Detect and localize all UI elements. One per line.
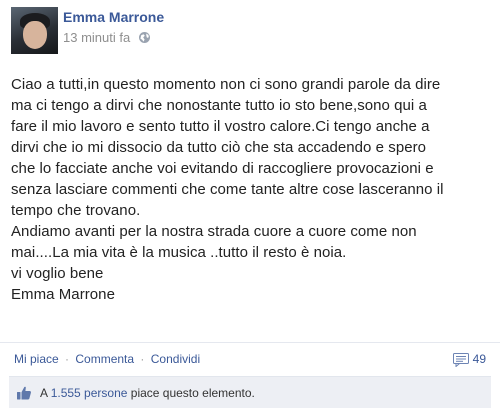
post-body-line: fare il mio lavoro e sento tutto il vost… [11, 118, 430, 135]
actions-divider [0, 342, 500, 343]
post-body: Ciao a tutti,in questo momento non ci so… [11, 74, 493, 305]
post-timestamp[interactable]: 13 minuti fa [63, 30, 130, 45]
post-meta: 13 minuti fa [63, 30, 151, 47]
comment-link[interactable]: Commenta [75, 352, 134, 366]
post-body-line: mai....La mia vita è la musica ..tutto i… [11, 244, 347, 261]
post-body-line: Ciao a tutti,in questo momento non ci so… [11, 76, 441, 93]
post-body-line: ma ci tengo a dirvi che nonostante tutto… [11, 97, 427, 114]
likes-prefix: A [40, 386, 48, 400]
facebook-post: Emma Marrone 13 minuti fa Ciao a tutti,i… [0, 0, 500, 412]
comment-bubble-icon [452, 353, 469, 368]
comments-count-link[interactable]: 49 [452, 352, 486, 368]
post-header: Emma Marrone 13 minuti fa [11, 7, 491, 59]
like-link[interactable]: Mi piace [14, 352, 59, 366]
post-actions: Mi piace · Commenta · Condividi [14, 352, 200, 366]
action-separator: · [140, 352, 145, 366]
post-body-line: senza lasciare commenti che come tante a… [11, 181, 444, 198]
likes-suffix: piace questo elemento. [130, 386, 255, 400]
post-body-line: Emma Marrone [11, 286, 115, 303]
thumbs-up-icon [16, 385, 32, 406]
post-body-line: che lo facciate anche voi evitando di ra… [11, 160, 434, 177]
post-body-line: vi voglio bene [11, 265, 104, 282]
likes-text: A 1.555 persone piace questo elemento. [40, 386, 255, 400]
action-separator: · [65, 352, 70, 366]
post-body-line: dirvi che io mi dissocio da tutto ciò ch… [11, 139, 427, 156]
author-avatar[interactable] [11, 7, 58, 54]
post-body-line: tempo che trovano. [11, 202, 141, 219]
post-body-line: Andiamo avanti per la nostra strada cuor… [11, 223, 417, 240]
avatar-face [23, 21, 47, 49]
likes-summary: A 1.555 persone piace questo elemento. [9, 376, 491, 408]
likes-people-link[interactable]: 1.555 persone [51, 386, 128, 400]
author-name-link[interactable]: Emma Marrone [63, 9, 164, 25]
globe-icon[interactable] [138, 31, 151, 47]
comments-count-value: 49 [472, 352, 486, 366]
share-link[interactable]: Condividi [151, 352, 200, 366]
